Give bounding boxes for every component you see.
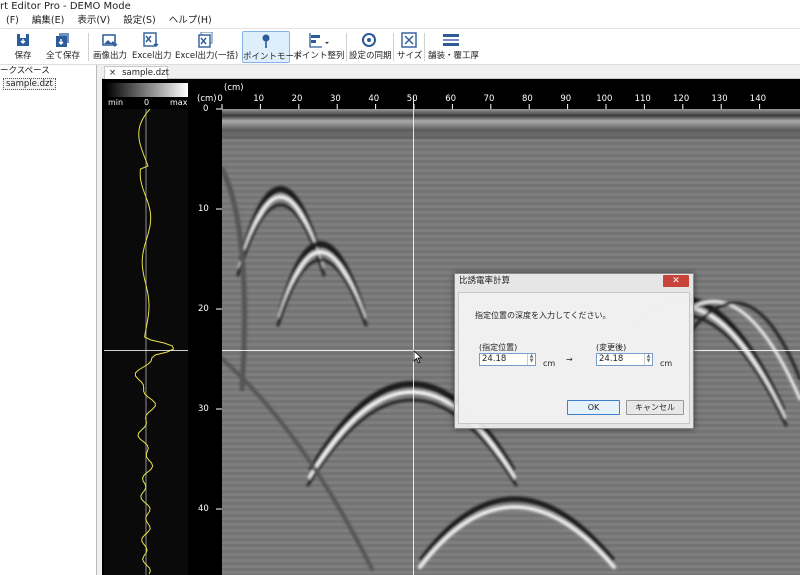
axis-tick-marks xyxy=(216,104,761,510)
